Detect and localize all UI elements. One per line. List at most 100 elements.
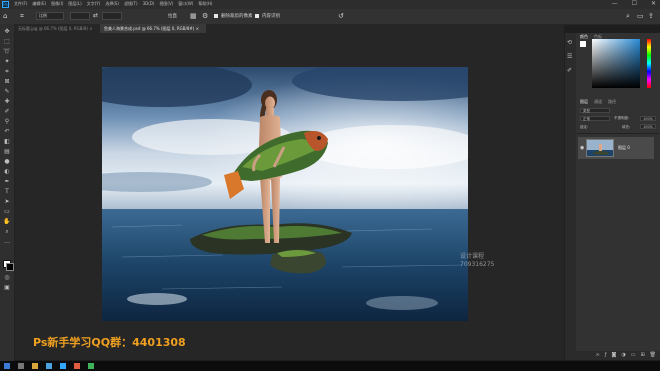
layer-thumbnail (586, 139, 614, 157)
new-layer-icon[interactable]: ⊞ (640, 351, 644, 360)
document-canvas-image[interactable] (102, 67, 468, 321)
menu-edit[interactable]: 编辑(E) (32, 1, 46, 7)
content-aware-checkbox[interactable] (255, 14, 259, 18)
crop-ratio-select[interactable]: 比例 (36, 12, 64, 20)
visibility-eye-icon[interactable]: ◉ (580, 145, 584, 151)
menu-view[interactable]: 视图(V) (159, 1, 173, 7)
file-explorer-icon[interactable] (32, 363, 38, 369)
search-icon[interactable]: ⌕ (626, 12, 630, 21)
home-icon[interactable]: ⌂ (3, 12, 7, 20)
color-panel-foreground-swatch[interactable] (580, 41, 586, 47)
brush-tool-icon[interactable]: ✐ (3, 108, 11, 115)
promo-overlay-text: Ps新手学习QQ群：4401308 (33, 336, 186, 349)
minimize-button[interactable]: — (612, 0, 618, 7)
menu-items: 文件(F) 编辑(E) 图像(I) 图层(L) 文字(Y) 选择(S) 滤镜(T… (14, 1, 212, 7)
close-button[interactable]: ✕ (651, 0, 656, 7)
group-icon[interactable]: ▭ (631, 351, 636, 360)
menu-file[interactable]: 文件(F) (14, 1, 27, 7)
maximize-button[interactable]: ☐ (632, 0, 637, 7)
menu-layer[interactable]: 图层(L) (68, 1, 81, 7)
history-brush-tool-icon[interactable]: ↶ (3, 128, 11, 135)
menu-image[interactable]: 图像(I) (51, 1, 63, 7)
magic-wand-tool-icon[interactable]: ✦ (3, 58, 11, 65)
frame-tool-icon[interactable]: ⊠ (3, 78, 11, 85)
chat-taskbar-icon[interactable] (88, 363, 94, 369)
crop-tool-icon[interactable]: ⌗ (20, 12, 24, 21)
marquee-tool-icon[interactable]: ⬚ (3, 38, 11, 45)
path-selection-tool-icon[interactable]: ➤ (3, 198, 11, 205)
reset-icon[interactable]: ↺ (338, 12, 344, 20)
menu-select[interactable]: 选择(S) (105, 1, 119, 7)
hand-tool-icon[interactable]: ✋ (3, 218, 11, 225)
hue-slider[interactable] (647, 39, 651, 88)
window-controls: — ☐ ✕ (612, 0, 656, 7)
watermark-line-2: 709316275 (460, 261, 495, 268)
brush-panel-icon[interactable]: ✐ (567, 67, 572, 74)
share-icon[interactable]: ⇪ (648, 12, 654, 20)
delete-layer-icon[interactable]: 🗑 (650, 351, 656, 360)
watermark-line-1: 设计课程 (460, 253, 485, 260)
crop-tool-icon[interactable]: ⌗ (3, 68, 11, 75)
lasso-tool-icon[interactable]: ➰ (3, 48, 11, 55)
pen-tool-icon[interactable]: ✒ (3, 178, 11, 185)
opacity-field[interactable]: 100% (640, 116, 656, 121)
history-panel-icon[interactable]: ⟲ (567, 39, 572, 46)
eyedropper-tool-icon[interactable]: ✎ (3, 88, 11, 95)
ratio-height-field[interactable] (102, 12, 122, 20)
ratio-width-field[interactable] (70, 12, 90, 20)
more-tools-icon[interactable]: … (3, 238, 11, 245)
layer-style-icon[interactable]: ƒ (605, 351, 607, 360)
eraser-tool-icon[interactable]: ◧ (3, 138, 11, 145)
healing-brush-tool-icon[interactable]: ✚ (3, 98, 11, 105)
grid-overlay-icon[interactable]: ▦ (190, 12, 197, 20)
menu-filter[interactable]: 滤镜(T) (124, 1, 138, 7)
mask-icon[interactable]: ◙ (611, 351, 616, 360)
rectangle-tool-icon[interactable]: ▭ (3, 208, 11, 215)
menu-help[interactable]: 帮助(H) (198, 1, 212, 7)
clone-stamp-tool-icon[interactable]: ⚲ (3, 118, 11, 125)
browser-icon[interactable] (46, 363, 52, 369)
swap-icon[interactable]: ⇄ (93, 12, 98, 19)
layer-kind-filter[interactable]: 类型 (580, 108, 610, 113)
tab-active-document[interactable]: 鱼美人海景合成.psd @ 66.7% (图层 0, RGB/8#) × (100, 24, 206, 33)
os-taskbar (0, 361, 660, 371)
photoshop-logo: Ps (2, 1, 9, 8)
tab-layers[interactable]: 图层 (580, 99, 588, 105)
color-picker-field[interactable] (592, 39, 640, 88)
blur-tool-icon[interactable]: ● (3, 158, 11, 165)
properties-panel-icon[interactable]: ☰ (567, 53, 572, 60)
settings-gear-icon[interactable]: ⚙ (202, 12, 208, 20)
tab-channels[interactable]: 通道 (594, 99, 602, 105)
dodge-tool-icon[interactable]: ◐ (3, 168, 11, 175)
search-taskbar-icon[interactable] (18, 363, 24, 369)
photoshop-taskbar-icon[interactable] (60, 363, 66, 369)
workspace-icon[interactable]: ▭ (637, 12, 644, 20)
opacity-label: 不透明度: (614, 116, 630, 120)
menu-type[interactable]: 文字(Y) (87, 1, 101, 7)
link-layers-icon[interactable]: ∞ (596, 351, 600, 360)
tab-untitled[interactable]: 无标题.jpg @ 66.7% (图层 0, RGB/8) × (14, 24, 104, 33)
move-tool-icon[interactable]: ✥ (3, 28, 11, 35)
adjustment-icon[interactable]: ◑ (621, 351, 625, 360)
tab-color[interactable]: 颜色 (580, 34, 588, 40)
app-taskbar-icon[interactable] (74, 363, 80, 369)
menu-window[interactable]: 窗口(W) (178, 1, 193, 7)
layers-footer: ∞ ƒ ◙ ◑ ▭ ⊞ 🗑 (576, 351, 660, 360)
delete-cropped-checkbox[interactable] (214, 14, 218, 18)
type-tool-icon[interactable]: T (3, 188, 11, 195)
screen-mode-icon[interactable]: ▣ (3, 284, 11, 291)
menu-3d[interactable]: 3D(D) (143, 1, 155, 7)
fill-field[interactable]: 100% (640, 124, 656, 129)
panel-dock-strip: ⟲ ☰ ✐ (564, 33, 576, 360)
zoom-tool-icon[interactable]: ⌕ (3, 228, 11, 235)
tab-paths[interactable]: 路径 (608, 99, 616, 105)
straighten-button[interactable]: 拉直 (168, 13, 177, 19)
blend-mode-select[interactable]: 正常 (580, 116, 610, 121)
gradient-tool-icon[interactable]: ▤ (3, 148, 11, 155)
content-aware-label: 内容识别 (262, 14, 280, 19)
background-color-swatch[interactable] (6, 263, 14, 271)
layer-name[interactable]: 图层 0 (618, 145, 630, 151)
fill-label: 填充: (622, 125, 631, 129)
start-icon[interactable] (4, 363, 10, 369)
quick-mask-icon[interactable]: ◎ (3, 274, 11, 281)
